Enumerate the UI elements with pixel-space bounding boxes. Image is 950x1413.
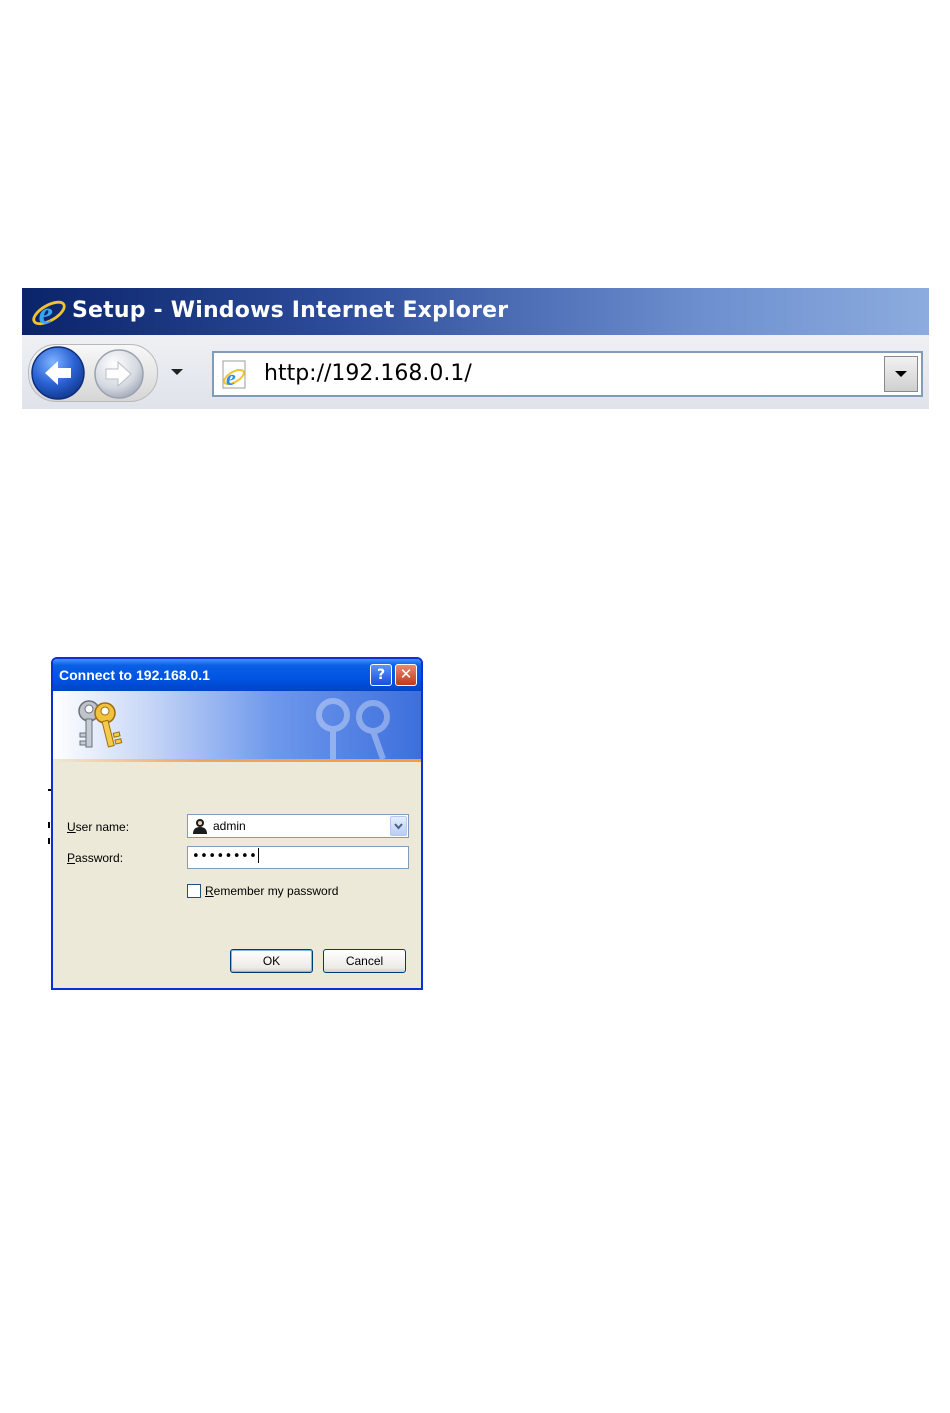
- remember-password-checkbox[interactable]: [187, 884, 201, 898]
- navigation-bar: e http://192.168.0.1/: [22, 335, 929, 409]
- back-button[interactable]: [30, 345, 86, 401]
- artifact-mark: [48, 838, 50, 844]
- dialog-title: Connect to 192.168.0.1: [59, 667, 210, 683]
- keys-icon: [78, 700, 123, 748]
- dropdown-arrow-icon: [171, 369, 183, 375]
- browser-titlebar: e Setup - Windows Internet Explorer: [22, 288, 929, 335]
- username-combobox[interactable]: admin: [187, 814, 409, 838]
- ie-page-icon: e: [222, 360, 246, 390]
- ok-button[interactable]: OK: [230, 949, 313, 973]
- dialog-banner: [53, 691, 421, 759]
- address-bar[interactable]: e http://192.168.0.1/: [212, 351, 923, 397]
- dropdown-arrow-icon: [895, 371, 907, 377]
- forward-button[interactable]: [93, 348, 145, 400]
- keys-watermark-icon: [316, 698, 390, 759]
- window-title: Setup - Windows Internet Explorer: [72, 298, 509, 323]
- svg-text:e: e: [39, 294, 53, 330]
- chevron-down-icon: [394, 823, 403, 830]
- username-label: User name:: [67, 820, 130, 834]
- text-caret: [258, 848, 260, 863]
- history-dropdown-button[interactable]: [168, 363, 186, 381]
- cancel-button[interactable]: Cancel: [323, 949, 406, 973]
- ie-logo-icon: e: [32, 294, 66, 330]
- dialog-titlebar[interactable]: Connect to 192.168.0.1 ? ✕: [53, 659, 421, 691]
- username-dropdown-button[interactable]: [390, 816, 407, 836]
- user-icon: [193, 819, 207, 834]
- password-label: Password:: [67, 851, 124, 865]
- artifact-mark: [48, 822, 50, 828]
- username-value[interactable]: admin: [213, 819, 246, 833]
- address-dropdown-button[interactable]: [884, 356, 918, 392]
- remember-password-label[interactable]: Remember my password: [205, 884, 338, 898]
- browser-window: e Setup - Windows Internet Explorer e ht…: [22, 288, 929, 409]
- svg-text:e: e: [226, 365, 236, 390]
- address-url[interactable]: http://192.168.0.1/: [264, 361, 472, 386]
- close-button[interactable]: ✕: [395, 664, 417, 686]
- help-button[interactable]: ?: [370, 664, 392, 686]
- password-value[interactable]: ••••••••: [192, 848, 260, 864]
- banner-divider: [53, 759, 421, 762]
- password-field[interactable]: ••••••••: [187, 846, 409, 869]
- login-dialog: Connect to 192.168.0.1 ? ✕ User name: ad…: [51, 657, 423, 990]
